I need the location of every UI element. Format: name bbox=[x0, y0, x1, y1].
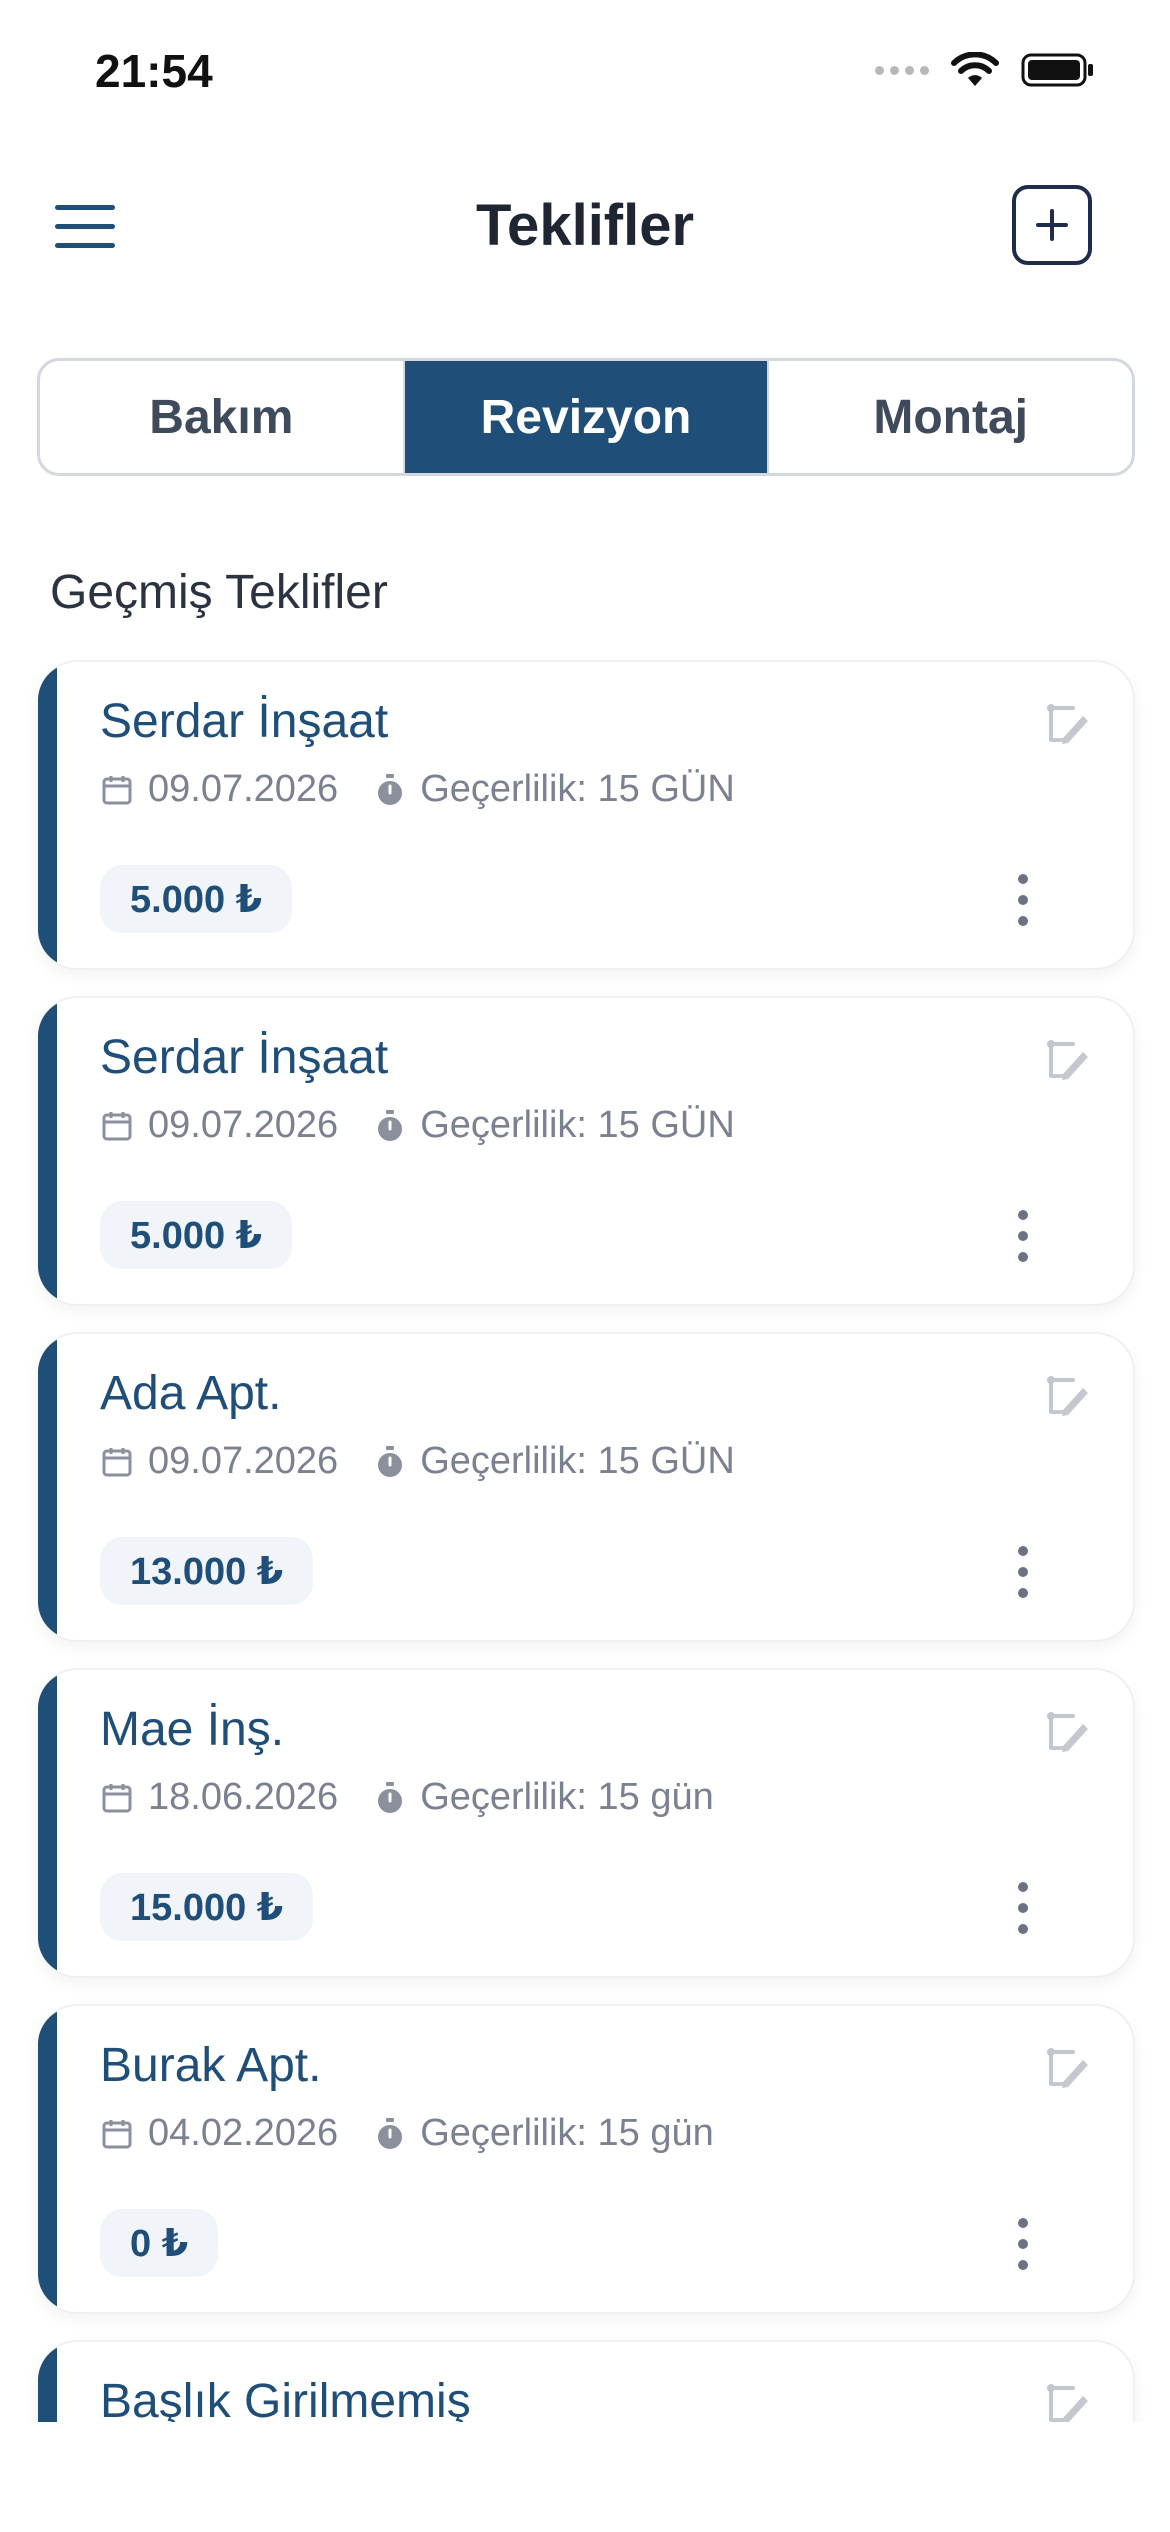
more-options-button[interactable] bbox=[1013, 1210, 1033, 1262]
card-accent bbox=[38, 662, 57, 968]
offer-date: 04.02.2026 bbox=[148, 2112, 339, 2154]
edit-button[interactable] bbox=[1043, 2380, 1091, 2422]
edit-document-icon bbox=[1047, 2384, 1088, 2422]
offer-card[interactable]: Serdar İnşaat 09.07.2026 Geçerlilik: 15 … bbox=[38, 996, 1135, 1306]
app-header: Teklifler bbox=[0, 160, 1170, 300]
edit-document-icon bbox=[1047, 1376, 1088, 1416]
offer-validity: Geçerlilik: 15 GÜN bbox=[420, 768, 735, 810]
add-offer-button[interactable] bbox=[1012, 185, 1092, 265]
price-badge: 13.000 ₺ bbox=[100, 1537, 314, 1605]
offer-validity: Geçerlilik: 15 GÜN bbox=[420, 1104, 735, 1146]
section-title: Geçmiş Teklifler bbox=[50, 566, 388, 619]
offer-card[interactable]: Ada Apt. 09.07.2026 Geçerlilik: 15 GÜN 1… bbox=[38, 1332, 1135, 1642]
edit-document-icon bbox=[1047, 1040, 1088, 1080]
plus-icon bbox=[1036, 209, 1068, 241]
offer-validity: Geçerlilik: 15 gün bbox=[420, 1776, 714, 1818]
wifi-icon bbox=[951, 52, 999, 86]
edit-button[interactable] bbox=[1043, 700, 1091, 748]
status-icons bbox=[875, 52, 1095, 88]
calendar-icon bbox=[102, 1783, 132, 1812]
timer-icon bbox=[378, 1781, 403, 1813]
tab-bakim[interactable]: Bakım bbox=[40, 361, 403, 473]
status-bar: 21:54 bbox=[0, 0, 1170, 140]
offer-meta: 18.06.2026 Geçerlilik: 15 gün bbox=[100, 1776, 714, 1819]
offer-validity: Geçerlilik: 15 gün bbox=[420, 2112, 714, 2154]
more-options-button[interactable] bbox=[1013, 1882, 1033, 1934]
edit-button[interactable] bbox=[1043, 2044, 1091, 2092]
card-accent bbox=[38, 1670, 57, 1976]
offer-validity: Geçerlilik: 15 GÜN bbox=[420, 1440, 735, 1482]
offer-title: Başlık Girilmemiş bbox=[100, 2375, 471, 2422]
price-badge: 5.000 ₺ bbox=[100, 865, 293, 933]
offer-meta: 09.07.2026 Geçerlilik: 15 GÜN bbox=[100, 1440, 735, 1483]
offer-title: Mae İnş. bbox=[100, 1703, 285, 1756]
calendar-icon bbox=[102, 2119, 132, 2148]
offer-list[interactable]: Serdar İnşaat 09.07.2026 Geçerlilik: 15 … bbox=[0, 660, 1170, 2422]
page-title: Teklifler bbox=[475, 193, 695, 258]
more-options-button[interactable] bbox=[1013, 874, 1033, 926]
edit-button[interactable] bbox=[1043, 1372, 1091, 1420]
price-badge: 5.000 ₺ bbox=[100, 1201, 293, 1269]
offer-meta: 09.07.2026 Geçerlilik: 15 GÜN bbox=[100, 768, 735, 811]
edit-document-icon bbox=[1047, 1712, 1088, 1752]
tab-montaj[interactable]: Montaj bbox=[767, 361, 1132, 473]
edit-document-icon bbox=[1047, 704, 1088, 744]
offer-card[interactable]: Burak Apt. 04.02.2026 Geçerlilik: 15 gün… bbox=[38, 2004, 1135, 2314]
offer-date: 09.07.2026 bbox=[148, 1104, 339, 1146]
offer-meta: 09.07.2026 Geçerlilik: 15 GÜN bbox=[100, 1104, 735, 1147]
calendar-icon bbox=[102, 775, 132, 804]
calendar-icon bbox=[102, 1447, 132, 1476]
battery-icon bbox=[1021, 53, 1093, 87]
cellular-signal-icon bbox=[875, 65, 929, 75]
card-accent bbox=[38, 1334, 57, 1640]
calendar-icon bbox=[102, 1111, 132, 1140]
edit-button[interactable] bbox=[1043, 1708, 1091, 1756]
category-tabs: Bakım Revizyon Montaj bbox=[37, 358, 1135, 476]
offer-card[interactable]: Başlık Girilmemiş bbox=[38, 2340, 1135, 2422]
offer-card[interactable]: Mae İnş. 18.06.2026 Geçerlilik: 15 gün 1… bbox=[38, 1668, 1135, 1978]
card-accent bbox=[38, 2342, 57, 2422]
price-badge: 15.000 ₺ bbox=[100, 1873, 314, 1941]
offer-title: Burak Apt. bbox=[100, 2039, 322, 2092]
price-badge: 0 ₺ bbox=[100, 2209, 219, 2277]
offer-title: Serdar İnşaat bbox=[100, 1031, 389, 1084]
card-accent bbox=[38, 998, 57, 1304]
offer-date: 18.06.2026 bbox=[148, 1776, 339, 1818]
more-options-button[interactable] bbox=[1013, 2218, 1033, 2270]
timer-icon bbox=[378, 773, 403, 805]
offer-title: Ada Apt. bbox=[100, 1367, 282, 1420]
edit-document-icon bbox=[1047, 2048, 1088, 2088]
offer-title: Serdar İnşaat bbox=[100, 695, 389, 748]
status-time: 21:54 bbox=[95, 45, 213, 97]
offer-card[interactable]: Serdar İnşaat 09.07.2026 Geçerlilik: 15 … bbox=[38, 660, 1135, 970]
offer-date: 09.07.2026 bbox=[148, 768, 339, 810]
offer-meta: 04.02.2026 Geçerlilik: 15 gün bbox=[100, 2112, 714, 2155]
card-accent bbox=[38, 2006, 57, 2312]
timer-icon bbox=[378, 1109, 403, 1141]
edit-button[interactable] bbox=[1043, 1036, 1091, 1084]
offer-date: 09.07.2026 bbox=[148, 1440, 339, 1482]
timer-icon bbox=[378, 1445, 403, 1477]
timer-icon bbox=[378, 2117, 403, 2149]
more-options-button[interactable] bbox=[1013, 1546, 1033, 1598]
tab-revizyon[interactable]: Revizyon bbox=[402, 361, 768, 473]
